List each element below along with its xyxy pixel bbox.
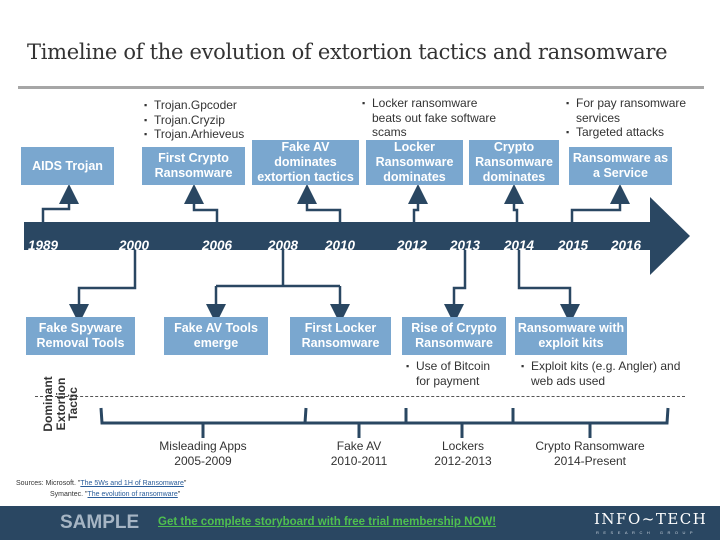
- event-locker-dominates: Locker Ransomware dominates: [366, 140, 463, 185]
- note-item: Locker ransomware beats out fake softwar…: [362, 96, 502, 140]
- note-item: Exploit kits (e.g. Angler) and web ads u…: [521, 359, 691, 388]
- connector-raas: [570, 184, 630, 222]
- bracket-fake-av: [306, 408, 408, 438]
- note-item: Trojan.Gpcoder: [144, 98, 244, 113]
- era-fake-av: Fake AV 2010-2011: [330, 439, 388, 468]
- event-aids-trojan: AIDS Trojan: [21, 147, 114, 185]
- year-2008: 2008: [268, 238, 299, 253]
- event-fake-spyware: Fake Spyware Removal Tools: [26, 317, 135, 355]
- sample-label: SAMPLE: [60, 512, 140, 533]
- note-exploit-kits: Exploit kits (e.g. Angler) and web ads u…: [521, 359, 691, 388]
- event-first-locker: First Locker Ransomware: [290, 317, 391, 355]
- event-rise-crypto: Rise of Crypto Ransomware: [402, 317, 506, 355]
- dominant-tactic-label: Dominant Extortion Tactic: [41, 376, 80, 432]
- sources-label: Sources:: [16, 480, 44, 487]
- event-fake-av-dominates: Fake AV dominates extortion tactics: [252, 140, 359, 185]
- logo-subtitle: RESEARCH GROUP: [596, 530, 698, 535]
- connector-first-crypto: [184, 184, 219, 222]
- trial-cta-link[interactable]: Get the complete storyboard with free tr…: [158, 516, 496, 528]
- connector-crypto-dominates: [504, 184, 524, 222]
- year-2000: 2000: [119, 238, 150, 253]
- year-2006: 2006: [202, 238, 233, 253]
- sample-banner: SAMPLE Get the complete storyboard with …: [0, 506, 720, 540]
- era-lockers: Lockers 2012-2013: [434, 439, 492, 468]
- note-item: For pay ransomware services: [566, 96, 706, 125]
- info-tech-logo: INFO~TECH: [594, 510, 708, 528]
- bracket-crypto: [513, 407, 670, 438]
- bracket-lockers: [406, 408, 515, 438]
- source-link[interactable]: The evolution of ransomware: [88, 491, 178, 498]
- year-2016: 2016: [611, 238, 642, 253]
- event-crypto-dominates: Crypto Ransomware dominates: [469, 140, 559, 185]
- note-first-crypto: Trojan.Gpcoder Trojan.Cryzip Trojan.Arhi…: [144, 98, 244, 142]
- sources: Sources: Microsoft. "The 5Ws and 1H of R…: [16, 480, 187, 498]
- connector-fake-spyware: [69, 250, 137, 324]
- bracket-misleading-apps: [99, 407, 308, 438]
- event-first-crypto: First Crypto Ransomware: [142, 147, 245, 185]
- year-2013: 2013: [450, 238, 481, 253]
- timeline-arrow: [24, 197, 690, 275]
- connector-exploit-kits: [517, 250, 580, 324]
- year-2010: 2010: [325, 238, 356, 253]
- connector-aids: [41, 184, 79, 222]
- connector-locker-dominates: [408, 184, 428, 222]
- note-locker-dominates: Locker ransomware beats out fake softwar…: [362, 96, 502, 140]
- era-crypto: Crypto Ransomware 2014-Present: [535, 439, 645, 468]
- note-item: Targeted attacks: [566, 125, 706, 140]
- note-raas: For pay ransomware services Targeted att…: [566, 96, 706, 140]
- note-rise-crypto: Use of Bitcoin for payment: [406, 359, 506, 388]
- note-item: Trojan.Arhieveus: [144, 127, 244, 142]
- source-link[interactable]: The 5Ws and 1H of Ransomware: [80, 480, 184, 487]
- year-1989: 1989: [28, 238, 59, 253]
- era-misleading-apps: Misleading Apps 2005-2009: [159, 439, 247, 468]
- connector-rise-crypto: [444, 250, 467, 324]
- event-fake-av-emerge: Fake AV Tools emerge: [164, 317, 268, 355]
- note-item: Use of Bitcoin for payment: [406, 359, 506, 388]
- event-raas: Ransomware as a Service: [569, 147, 672, 185]
- event-exploit-kits: Ransomware with exploit kits: [515, 317, 627, 355]
- connector-fake-av-dominates: [297, 184, 342, 222]
- section-divider: [35, 396, 685, 397]
- year-2012: 2012: [397, 238, 428, 253]
- year-2014: 2014: [504, 238, 535, 253]
- note-item: Trojan.Cryzip: [144, 113, 244, 128]
- year-2015: 2015: [558, 238, 589, 253]
